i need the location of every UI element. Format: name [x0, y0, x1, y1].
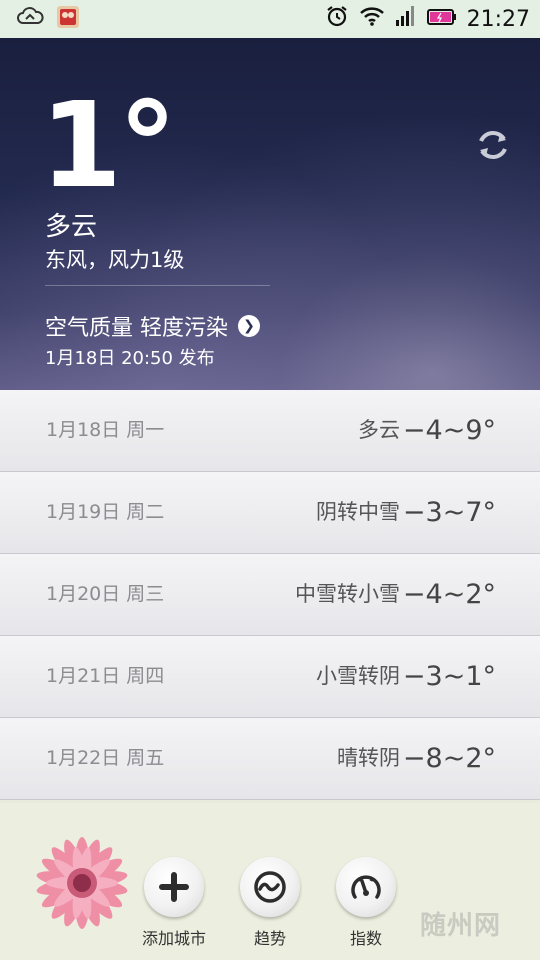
forecast-condition: 多云 [358, 418, 400, 442]
forecast-condition: 小雪转阴 [316, 664, 400, 688]
forecast-row[interactable]: 1月22日 周五 晴转阴 −8~2° [0, 718, 540, 800]
trend-label: 趋势 [253, 929, 286, 948]
cloud-sync-icon [16, 6, 44, 32]
current-weather-panel: 1° 多云 东风，风力1级 空气质量 轻度污染 ❯ 1月18日 20:50 发布 [0, 38, 540, 390]
forecast-row[interactable]: 1月21日 周四 小雪转阴 −3~1° [0, 636, 540, 718]
status-time: 21:27 [466, 6, 530, 32]
chevron-right-icon: ❯ [238, 315, 260, 337]
forecast-row[interactable]: 1月19日 周二 阴转中雪 −3~7° [0, 472, 540, 554]
current-temperature: 1° [40, 76, 177, 214]
forecast-date: 1月20日 周三 [46, 583, 165, 605]
divider [45, 285, 270, 286]
index-button[interactable]: 指数 [331, 857, 401, 949]
gauge-icon [336, 857, 396, 917]
index-label: 指数 [349, 929, 382, 948]
forecast-temperature-range: −4~2° [402, 579, 496, 610]
air-quality-link[interactable]: 空气质量 轻度污染 ❯ [45, 310, 260, 342]
app-notification-icon [56, 5, 80, 33]
air-quality-label: 空气质量 轻度污染 [45, 316, 228, 341]
wifi-icon [359, 5, 385, 33]
add-city-label: 添加城市 [141, 929, 206, 948]
publish-time: 1月18日 20:50 发布 [45, 348, 215, 369]
flower-decoration [30, 831, 134, 935]
watermark: 随州网 [420, 911, 502, 941]
forecast-temperature-range: −8~2° [402, 743, 496, 774]
forecast-condition: 中雪转小雪 [295, 582, 400, 606]
forecast-date: 1月18日 周一 [46, 419, 165, 441]
add-city-button[interactable]: 添加城市 [139, 857, 209, 949]
forecast-temperature-range: −4~9° [402, 415, 496, 446]
forecast-date: 1月21日 周四 [46, 665, 165, 687]
forecast-date: 1月19日 周二 [46, 501, 165, 523]
forecast-date: 1月22日 周五 [46, 747, 165, 769]
alarm-icon [325, 4, 349, 34]
forecast-temperature-range: −3~7° [402, 497, 496, 528]
status-bar: 21:27 [0, 0, 540, 38]
signal-icon [395, 5, 417, 33]
forecast-temperature-range: −3~1° [402, 661, 496, 692]
wind-info: 东风，风力1级 [45, 248, 185, 272]
refresh-icon [479, 131, 507, 159]
forecast-row[interactable]: 1月18日 周一 多云 −4~9° [0, 390, 540, 472]
forecast-condition: 晴转阴 [337, 746, 400, 770]
plus-icon [144, 857, 204, 917]
battery-icon [426, 7, 457, 32]
forecast-list: 1月18日 周一 多云 −4~9° 1月19日 周二 阴转中雪 −3~7° 1月… [0, 390, 540, 800]
refresh-button[interactable] [474, 126, 512, 164]
trend-button[interactable]: 趋势 [235, 857, 305, 949]
current-condition: 多云 [45, 212, 98, 242]
forecast-condition: 阴转中雪 [316, 500, 400, 524]
forecast-row[interactable]: 1月20日 周三 中雪转小雪 −4~2° [0, 554, 540, 636]
trend-icon [240, 857, 300, 917]
